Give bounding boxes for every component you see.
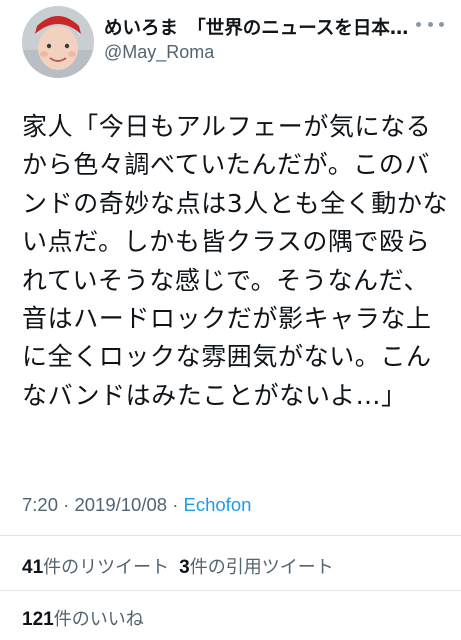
likes-stat[interactable]: 121件のいいね (22, 605, 144, 631)
dot (439, 21, 444, 27)
more-dots-icon[interactable] (416, 16, 444, 32)
divider (0, 535, 461, 536)
tweet-time[interactable]: 7:20 (22, 494, 58, 515)
dot (427, 21, 433, 27)
author-handle[interactable]: @May_Roma (104, 42, 214, 63)
tweet-header: めいろま 「世界のニュースを日本人は何も知らない」 @May_Roma (0, 0, 461, 80)
author-display-name[interactable]: めいろま 「世界のニュースを日本人は何も知らない」 (104, 14, 414, 40)
avatar-image (22, 6, 94, 78)
meta-separator: · (172, 494, 184, 515)
likes-label: 件のいいね (53, 609, 144, 630)
retweets-stat[interactable]: 41件のリツイート (22, 557, 169, 578)
quotes-label: 件の引用ツイート (189, 557, 334, 578)
tweet-date[interactable]: 2019/10/08 (74, 494, 167, 515)
retweets-count: 41 (22, 557, 44, 578)
retweet-stats: 41件のリツイート 3件の引用ツイート (22, 553, 334, 579)
meta-separator: · (63, 494, 75, 515)
quotes-stat[interactable]: 3件の引用ツイート (179, 557, 334, 578)
tweet-source-link[interactable]: Echofon (184, 494, 252, 515)
tweet-meta: 7:20 · 2019/10/08 · Echofon (22, 494, 251, 516)
retweets-label: 件のリツイート (43, 557, 170, 578)
avatar[interactable] (22, 6, 94, 78)
dot (416, 21, 421, 27)
likes-count: 121 (22, 609, 54, 630)
tweet-detail: めいろま 「世界のニュースを日本人は何も知らない」 @May_Roma 家人「今… (0, 0, 461, 640)
tweet-text: 家人「今日もアルフェーが気になるから色々調べていたんだが。このバンドの奇妙な点は… (22, 112, 449, 410)
divider (0, 590, 461, 591)
quotes-count: 3 (179, 557, 190, 578)
